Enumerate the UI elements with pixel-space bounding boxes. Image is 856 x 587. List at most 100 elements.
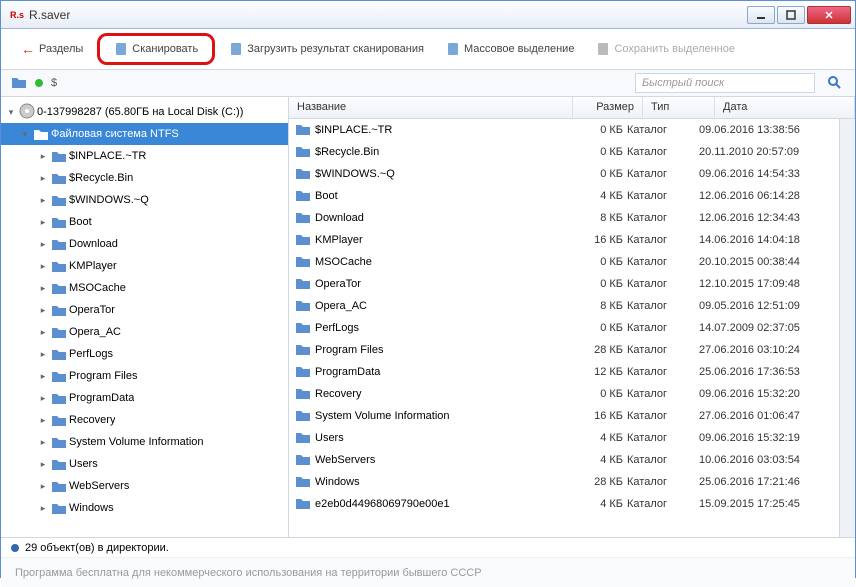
file-row[interactable]: $INPLACE.~TR0 КБКаталог09.06.2016 13:38:… <box>289 119 839 141</box>
expand-icon[interactable]: ▸ <box>37 437 49 448</box>
file-row[interactable]: MSOCache0 КБКаталог20.10.2015 00:38:44 <box>289 251 839 273</box>
expand-icon[interactable]: ▸ <box>37 503 49 514</box>
file-row[interactable]: Boot4 КБКаталог12.06.2016 06:14:28 <box>289 185 839 207</box>
expand-icon[interactable]: ▸ <box>37 415 49 426</box>
minimize-button[interactable] <box>747 6 775 24</box>
folder-tree[interactable]: ▾ 0-137998287 (65.80ГБ на Local Disk (C:… <box>1 97 289 537</box>
file-list-body[interactable]: $INPLACE.~TR0 КБКаталог09.06.2016 13:38:… <box>289 119 839 537</box>
folder-icon <box>295 144 311 161</box>
load-result-button[interactable]: Загрузить результат сканирования <box>221 38 432 60</box>
col-type[interactable]: Тип <box>643 97 715 118</box>
tree-item[interactable]: ▸ProgramData <box>1 387 288 409</box>
window-title: R.saver <box>29 8 747 22</box>
tree-item[interactable]: ▸Windows <box>1 497 288 519</box>
expand-icon[interactable]: ▸ <box>37 371 49 382</box>
tree-item[interactable]: ▸System Volume Information <box>1 431 288 453</box>
file-name: ProgramData <box>315 366 380 378</box>
collapse-icon[interactable]: ▾ <box>19 129 31 140</box>
tree-item[interactable]: ▸Download <box>1 233 288 255</box>
tree-item[interactable]: ▸Users <box>1 453 288 475</box>
file-type: Каталог <box>627 168 699 180</box>
close-button[interactable] <box>807 6 851 24</box>
tree-root[interactable]: ▾ 0-137998287 (65.80ГБ на Local Disk (C:… <box>1 101 288 123</box>
tree-item-label: $Recycle.Bin <box>69 172 133 184</box>
tree-item[interactable]: ▸MSOCache <box>1 277 288 299</box>
file-row[interactable]: $WINDOWS.~Q0 КБКаталог09.06.2016 14:54:3… <box>289 163 839 185</box>
file-date: 20.10.2015 00:38:44 <box>699 256 839 268</box>
tree-item[interactable]: ▸ $INPLACE.~TR <box>1 145 288 167</box>
tree-item[interactable]: ▸KMPlayer <box>1 255 288 277</box>
search-input[interactable]: Быстрый поиск <box>635 73 815 93</box>
file-row[interactable]: Recovery0 КБКаталог09.06.2016 15:32:20 <box>289 383 839 405</box>
file-row[interactable]: Windows28 КБКаталог25.06.2016 17:21:46 <box>289 471 839 493</box>
tree-item-label: Boot <box>69 216 92 228</box>
file-date: 25.06.2016 17:21:46 <box>699 476 839 488</box>
expand-icon[interactable]: ▸ <box>37 305 49 316</box>
tree-item[interactable]: ▸OperaTor <box>1 299 288 321</box>
tree-fs-label: Файловая система NTFS <box>51 128 179 140</box>
file-name: Users <box>315 432 344 444</box>
file-row[interactable]: e2eb0d44968069790e00e14 КБКаталог15.09.2… <box>289 493 839 515</box>
file-row[interactable]: KMPlayer16 КБКаталог14.06.2016 14:04:18 <box>289 229 839 251</box>
tree-item[interactable]: ▸WebServers <box>1 475 288 497</box>
disk-icon <box>19 103 35 122</box>
expand-icon[interactable]: ▸ <box>37 217 49 228</box>
expand-icon[interactable]: ▸ <box>37 327 49 338</box>
tree-item[interactable]: ▸$WINDOWS.~Q <box>1 189 288 211</box>
expand-icon[interactable]: ▸ <box>37 151 49 162</box>
col-name[interactable]: Название <box>289 97 573 118</box>
tree-item[interactable]: ▸ Boot <box>1 211 288 233</box>
scan-button[interactable]: Сканировать <box>106 38 206 60</box>
tree-item[interactable]: ▸ $Recycle.Bin <box>1 167 288 189</box>
file-name: Recovery <box>315 388 361 400</box>
expand-icon[interactable]: ▸ <box>37 239 49 250</box>
file-name: OperaTor <box>315 278 361 290</box>
expand-icon[interactable]: ▸ <box>37 459 49 470</box>
save-icon <box>596 42 610 56</box>
file-row[interactable]: WebServers4 КБКаталог10.06.2016 03:03:54 <box>289 449 839 471</box>
file-type: Каталог <box>627 410 699 422</box>
folder-icon <box>33 127 49 141</box>
file-row[interactable]: Users4 КБКаталог09.06.2016 15:32:19 <box>289 427 839 449</box>
tree-item[interactable]: ▸PerfLogs <box>1 343 288 365</box>
expand-icon[interactable]: ▸ <box>37 195 49 206</box>
tree-filesystem[interactable]: ▾ Файловая система NTFS <box>1 123 288 145</box>
file-row[interactable]: ProgramData12 КБКаталог25.06.2016 17:36:… <box>289 361 839 383</box>
save-selected-button[interactable]: Сохранить выделенное <box>588 38 743 60</box>
vertical-scrollbar[interactable] <box>839 119 855 537</box>
tree-item[interactable]: ▸Opera_AC <box>1 321 288 343</box>
search-button[interactable] <box>823 73 845 93</box>
folder-icon <box>51 149 67 163</box>
expand-icon[interactable]: ▸ <box>37 173 49 184</box>
expand-icon[interactable]: ▸ <box>37 349 49 360</box>
file-type: Каталог <box>627 190 699 202</box>
tree-item[interactable]: ▸Program Files <box>1 365 288 387</box>
folder-icon <box>295 342 311 359</box>
expand-icon[interactable]: ▸ <box>37 261 49 272</box>
file-size: 4 КБ <box>557 190 627 202</box>
col-size[interactable]: Размер <box>573 97 643 118</box>
file-row[interactable]: Opera_AC8 КБКаталог09.05.2016 12:51:09 <box>289 295 839 317</box>
mass-select-button[interactable]: Массовое выделение <box>438 38 582 60</box>
file-size: 4 КБ <box>557 498 627 510</box>
folder-icon <box>295 254 311 271</box>
file-row[interactable]: Download8 КБКаталог12.06.2016 12:34:43 <box>289 207 839 229</box>
file-row[interactable]: Program Files28 КБКаталог27.06.2016 03:1… <box>289 339 839 361</box>
tree-item[interactable]: ▸Recovery <box>1 409 288 431</box>
folder-icon <box>295 188 311 205</box>
file-row[interactable]: $Recycle.Bin0 КБКаталог20.11.2010 20:57:… <box>289 141 839 163</box>
file-row[interactable]: OperaTor0 КБКаталог12.10.2015 17:09:48 <box>289 273 839 295</box>
expand-icon[interactable]: ▸ <box>37 481 49 492</box>
col-date[interactable]: Дата <box>715 97 855 118</box>
maximize-button[interactable] <box>777 6 805 24</box>
expand-icon[interactable]: ▸ <box>37 283 49 294</box>
expand-icon[interactable]: ▸ <box>37 393 49 404</box>
file-row[interactable]: PerfLogs0 КБКаталог14.07.2009 02:37:05 <box>289 317 839 339</box>
status-indicator-icon <box>11 544 19 552</box>
tree-item-label: $INPLACE.~TR <box>69 150 146 162</box>
collapse-icon[interactable]: ▾ <box>5 107 17 118</box>
file-size: 28 КБ <box>557 344 627 356</box>
back-button[interactable]: ← Разделы <box>13 37 91 61</box>
save-label: Сохранить выделенное <box>614 43 735 55</box>
file-row[interactable]: System Volume Information16 КБКаталог27.… <box>289 405 839 427</box>
